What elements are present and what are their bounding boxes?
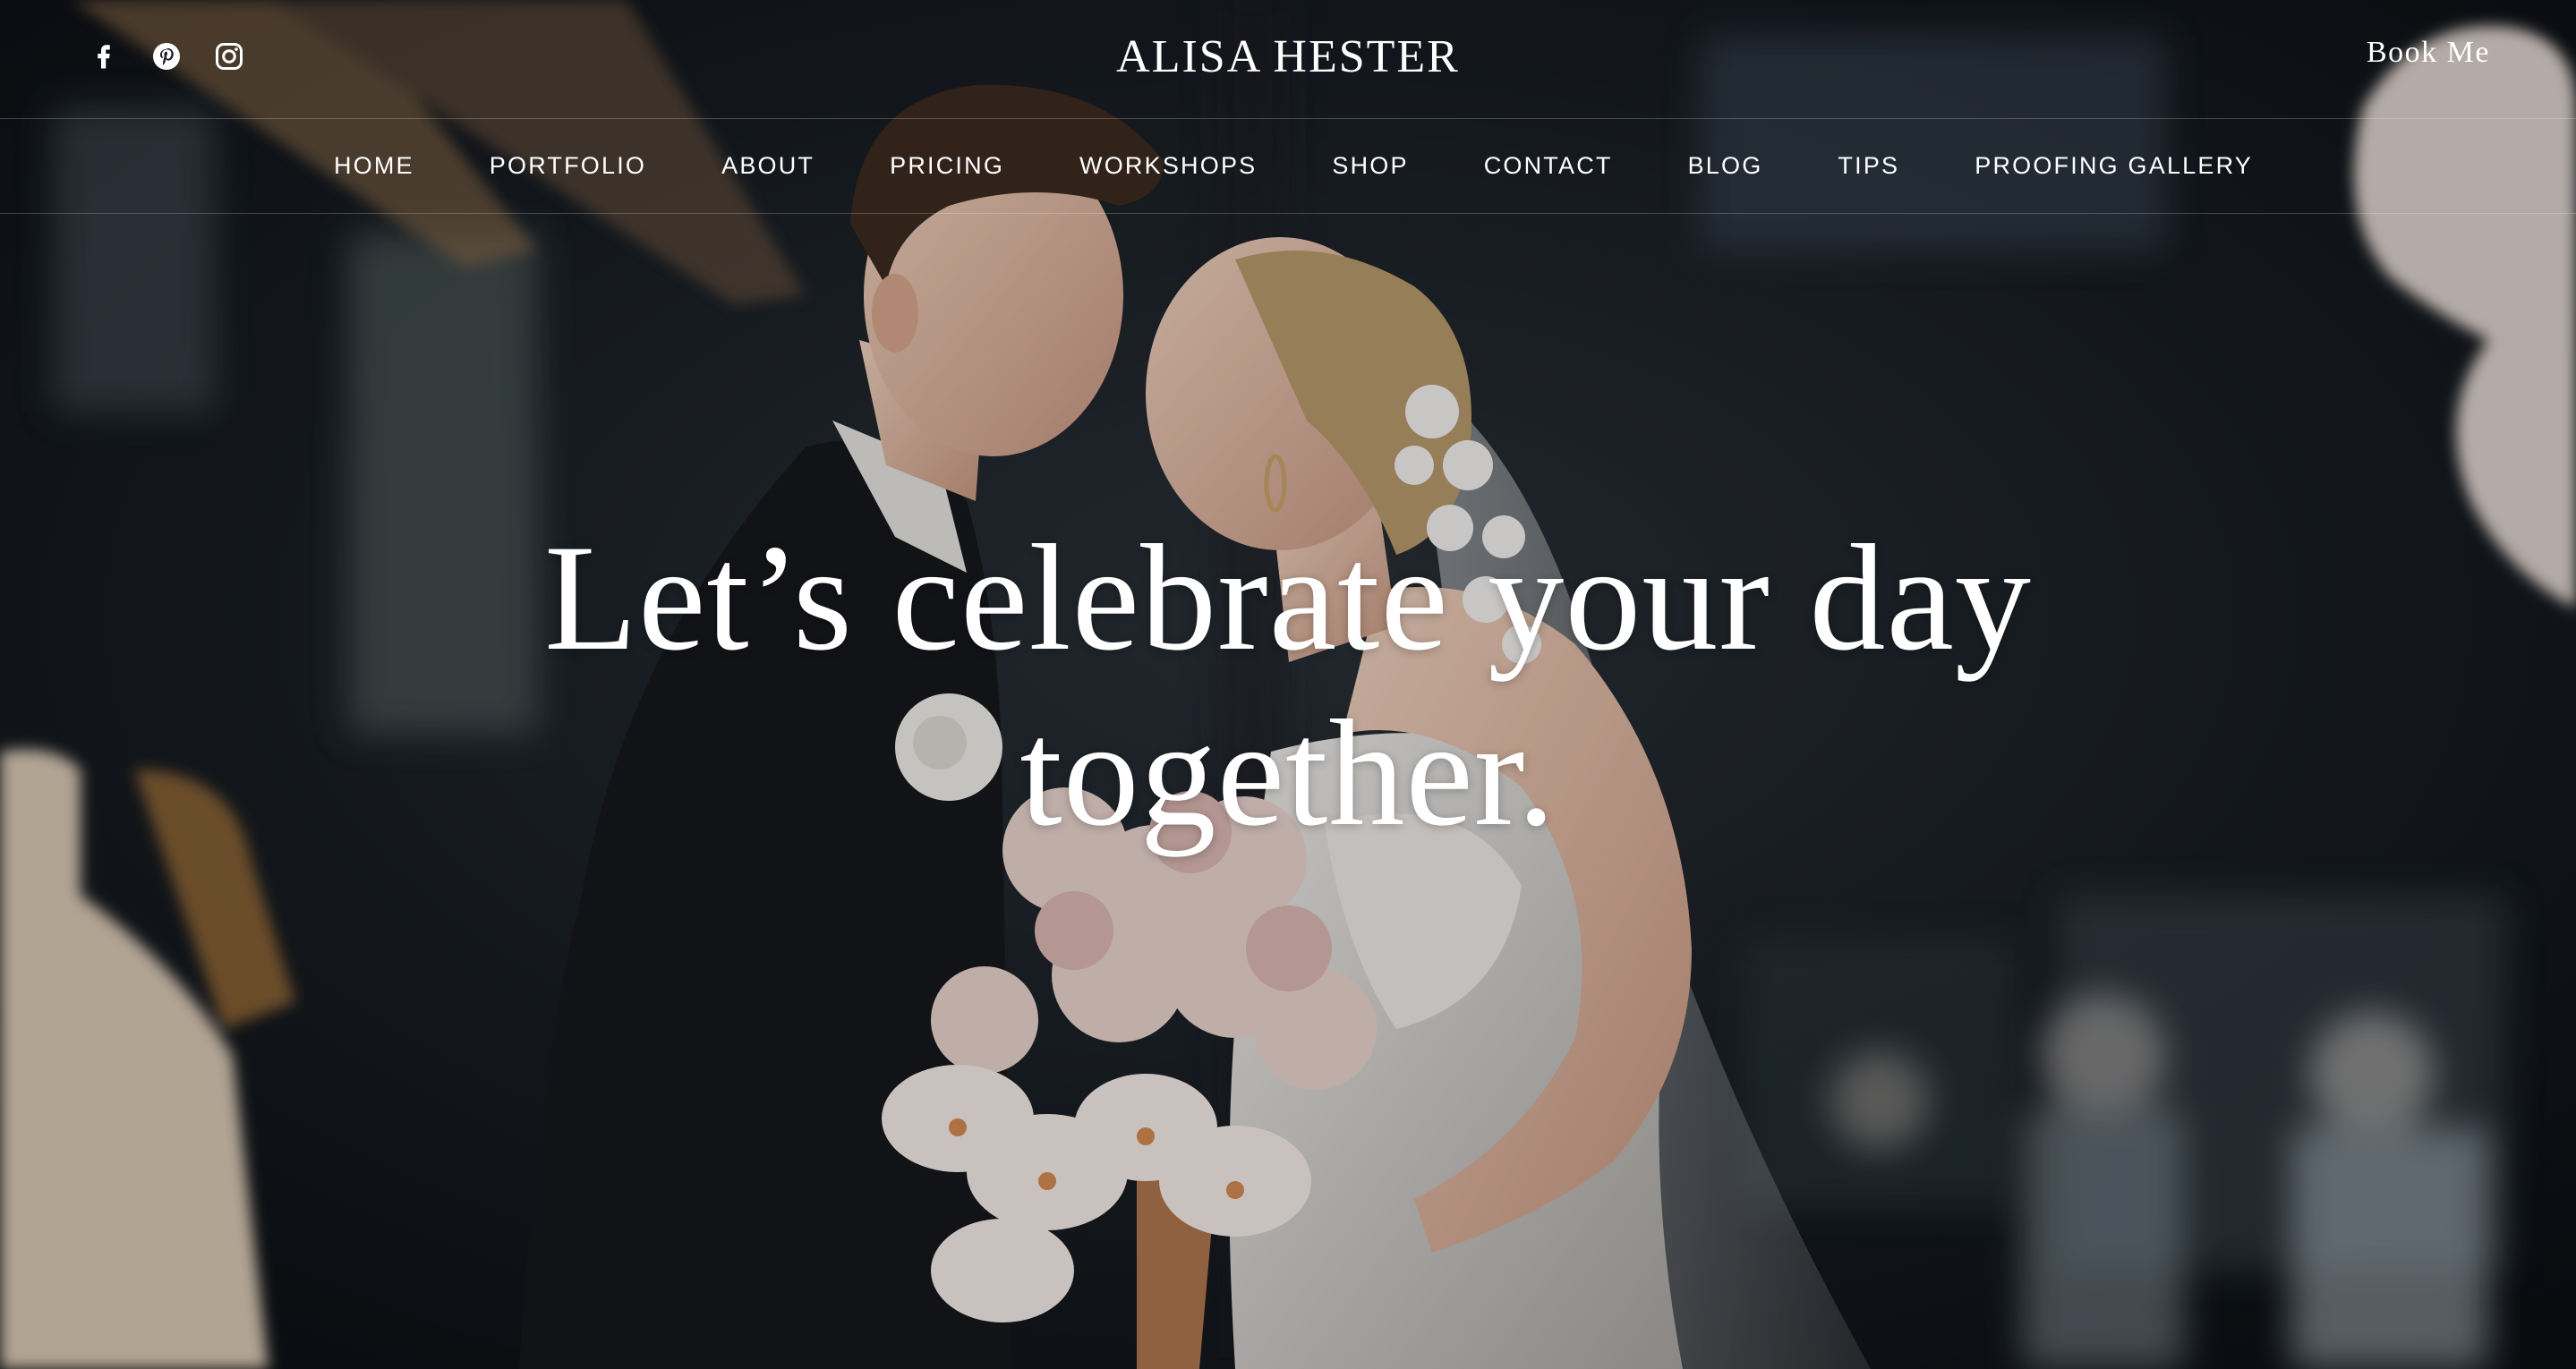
nav-portfolio[interactable]: PORTFOLIO <box>490 152 646 180</box>
nav-tips[interactable]: TIPS <box>1838 152 1899 180</box>
nav-home[interactable]: HOME <box>334 152 414 180</box>
main-navigation: HOME PORTFOLIO ABOUT PRICING WORKSHOPS S… <box>0 119 2576 213</box>
hero-section: ALISA HESTER Book Me HOME PORTFOLIO ABOU… <box>0 0 2576 1369</box>
nav-workshops[interactable]: WORKSHOPS <box>1079 152 1257 180</box>
instagram-icon[interactable] <box>211 38 247 74</box>
book-me-button[interactable]: Book Me <box>2367 36 2490 70</box>
facebook-icon[interactable] <box>86 38 122 74</box>
nav-shop[interactable]: SHOP <box>1332 152 1408 180</box>
headline-line-1: Let’s celebrate your day <box>544 514 2032 682</box>
nav-about[interactable]: ABOUT <box>721 152 815 180</box>
brand-name[interactable]: ALISA HESTER <box>1116 31 1460 82</box>
nav-blog[interactable]: BLOG <box>1688 152 1763 180</box>
pinterest-icon[interactable] <box>149 38 184 74</box>
nav-proofing-gallery[interactable]: PROOFING GALLERY <box>1975 152 2253 180</box>
nav-contact[interactable]: CONTACT <box>1484 152 1613 180</box>
social-links <box>86 36 247 77</box>
hero-headline: Let’s celebrate your day together. <box>393 510 2183 861</box>
nav-divider <box>0 213 2576 214</box>
headline-line-2: together. <box>1019 689 1557 857</box>
nav-pricing[interactable]: PRICING <box>890 152 1004 180</box>
